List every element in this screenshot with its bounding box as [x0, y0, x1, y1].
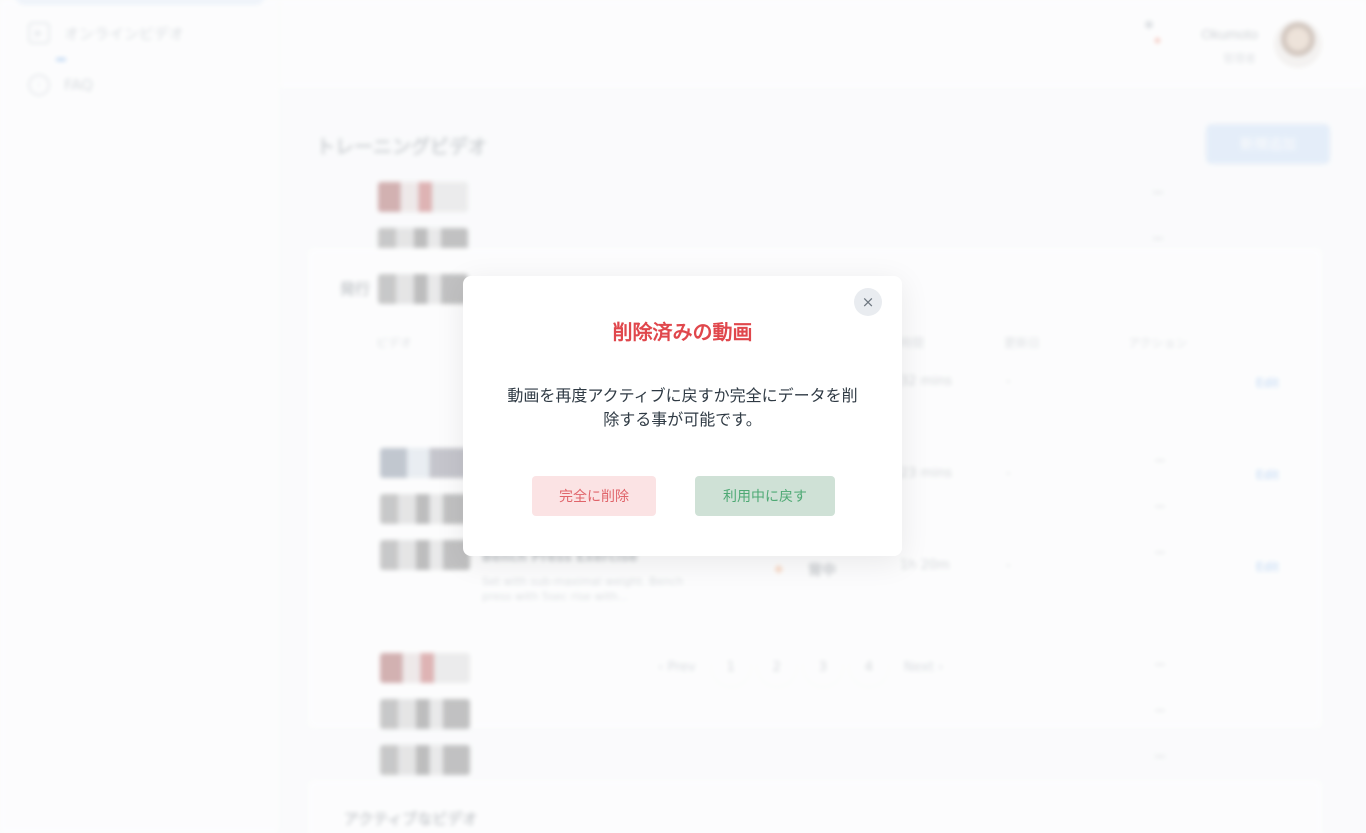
restore-button[interactable]: 利用中に戻す — [695, 476, 835, 516]
dialog-message: 動画を再度アクティブに戻すか完全にデータを削除する事が可能です。 — [507, 386, 858, 429]
permanent-delete-button[interactable]: 完全に削除 — [532, 476, 656, 516]
dialog-title: 削除済みの動画 — [612, 320, 753, 344]
deleted-video-dialog: × 削除済みの動画 動画を再度アクティブに戻すか完全にデータを削除する事が可能で… — [463, 276, 902, 556]
close-icon: × — [861, 293, 875, 311]
close-button[interactable]: × — [854, 288, 882, 316]
